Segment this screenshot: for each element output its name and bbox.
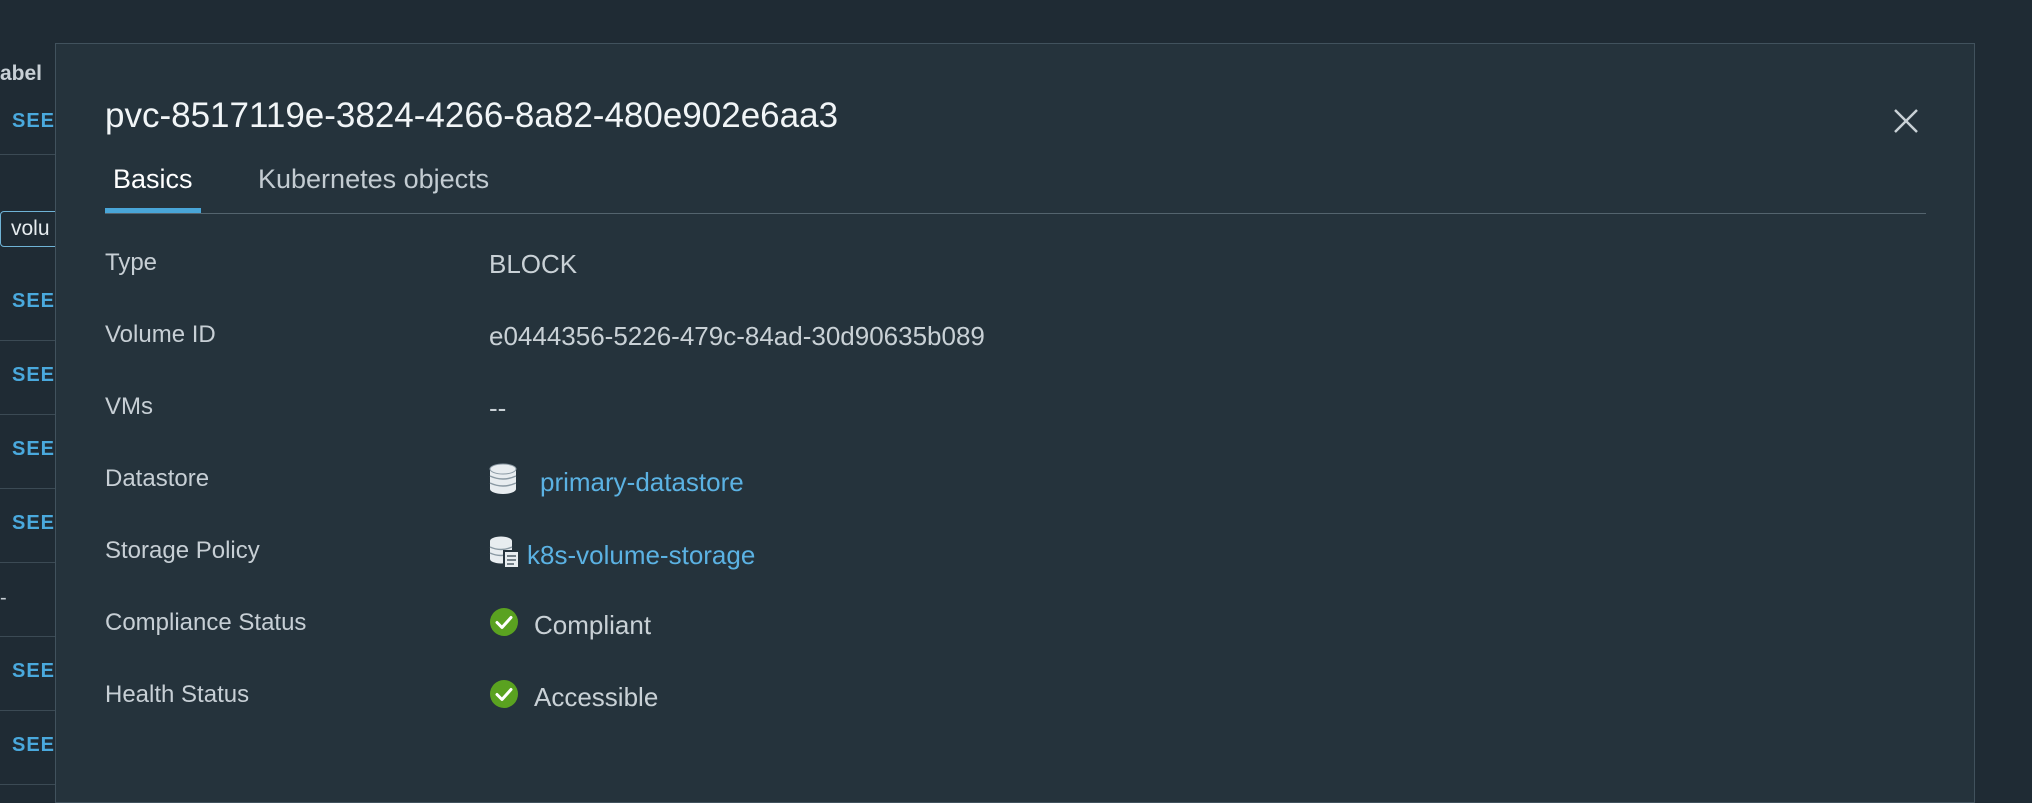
- check-circle-icon: [489, 607, 519, 644]
- modal-title: pvc-8517119e-3824-4266-8a82-480e902e6aa3: [105, 96, 839, 135]
- health-status-value: Accessible: [489, 679, 658, 716]
- tab-basics[interactable]: Basics: [105, 164, 201, 213]
- vms-label: VMs: [105, 393, 153, 420]
- list-row: SEE: [0, 710, 56, 785]
- compliance-status-label: Compliance Status: [105, 609, 307, 636]
- list-row: SEE: [0, 266, 56, 341]
- datastore-value: primary-datastore: [489, 463, 744, 502]
- datastore-link[interactable]: primary-datastore: [540, 467, 744, 498]
- health-status-text: Accessible: [534, 682, 659, 712]
- close-icon: [1894, 109, 1918, 133]
- volume-id-label: Volume ID: [105, 321, 216, 348]
- vms-value: --: [489, 393, 507, 423]
- type-label: Type: [105, 249, 158, 276]
- storage-policy-label: Storage Policy: [105, 537, 260, 564]
- type-value: BLOCK: [489, 249, 578, 279]
- list-row: SEE: [0, 414, 56, 489]
- see-link[interactable]: SEE: [12, 512, 55, 535]
- tab-kubernetes-objects[interactable]: Kubernetes objects: [258, 164, 489, 213]
- see-link[interactable]: SEE: [12, 438, 55, 461]
- datastore-label: Datastore: [105, 465, 210, 492]
- check-circle-icon: [489, 679, 519, 716]
- storage-policy-link[interactable]: k8s-volume-storage: [527, 540, 755, 571]
- list-row: SEE: [0, 340, 56, 415]
- compliance-status-value: Compliant: [489, 607, 651, 644]
- see-link[interactable]: SEE: [12, 364, 55, 387]
- see-link[interactable]: SEE: [12, 290, 55, 313]
- see-link[interactable]: SEE: [12, 660, 55, 683]
- list-row: [0, 562, 56, 637]
- list-row: SEE: [0, 80, 56, 155]
- close-button[interactable]: [1886, 101, 1926, 141]
- see-link[interactable]: SEE: [12, 734, 55, 757]
- health-status-label: Health Status: [105, 681, 250, 708]
- database-icon: [489, 463, 517, 502]
- volume-details-modal: pvc-8517119e-3824-4266-8a82-480e902e6aa3…: [55, 43, 1975, 803]
- storage-policy-icon: [489, 535, 521, 576]
- compliance-status-text: Compliant: [534, 610, 652, 640]
- see-link[interactable]: SEE: [12, 110, 55, 133]
- storage-policy-value: k8s-volume-storage: [489, 535, 755, 576]
- tab-bar: Basics Kubernetes objects: [105, 164, 1926, 214]
- list-row: SEE: [0, 636, 56, 711]
- volume-id-value: e0444356-5226-479c-84ad-30d90635b089: [489, 321, 985, 351]
- background-list: abel SEE volu SEE SEE SEE SEE - SEE SEE: [0, 0, 70, 794]
- list-row: SEE: [0, 488, 56, 563]
